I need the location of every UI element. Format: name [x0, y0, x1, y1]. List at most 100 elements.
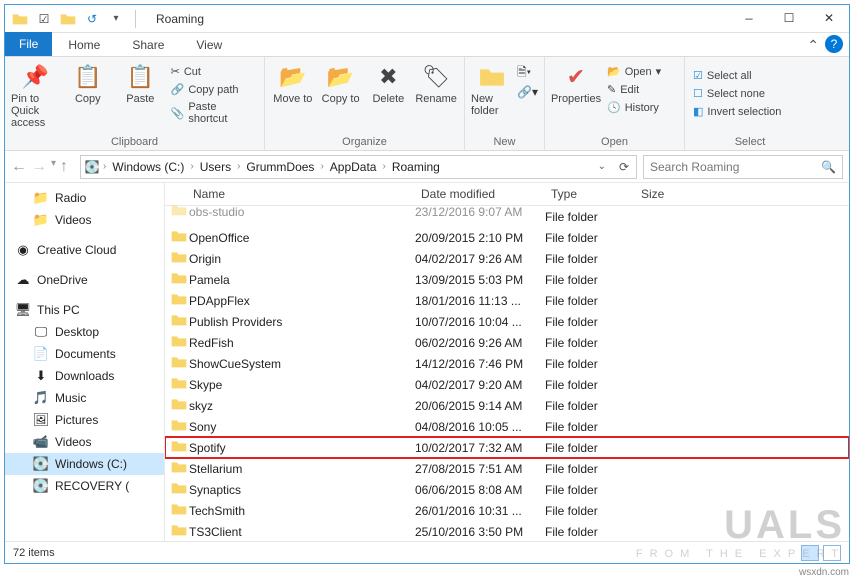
item-count: 72 items	[13, 547, 55, 559]
file-row[interactable]: Skype04/02/2017 9:20 AMFile folder	[165, 374, 849, 395]
nav-icon: ⬇	[33, 368, 49, 384]
file-row[interactable]: Publish Providers10/07/2016 10:04 ...Fil…	[165, 311, 849, 332]
file-row[interactable]: Spotify10/02/2017 7:32 AMFile folder	[165, 437, 849, 458]
file-name: ShowCueSystem	[187, 357, 415, 371]
nav-item[interactable]: 🖥This PC	[5, 299, 164, 321]
file-row[interactable]: Sony04/08/2016 10:05 ...File folder	[165, 416, 849, 437]
select-all-button[interactable]: ☑Select all	[691, 67, 783, 84]
file-tab[interactable]: File	[5, 32, 52, 56]
file-row[interactable]: TechSmith26/01/2016 10:31 ...File folder	[165, 500, 849, 521]
navigation-pane[interactable]: 📁Radio📁Videos ◉Creative Cloud ☁OneDrive 🖥Th…	[5, 183, 165, 541]
breadcrumb[interactable]: Users	[194, 160, 237, 174]
copy-path-button[interactable]: 🔗Copy path	[169, 81, 258, 98]
home-tab[interactable]: Home	[52, 34, 116, 56]
address-bar[interactable]: 💽 › Windows (C:)› Users› GrummDoes› AppD…	[80, 155, 637, 179]
paste-button[interactable]: 📋Paste	[116, 59, 165, 105]
properties-button[interactable]: ✔Properties	[551, 59, 601, 105]
easy-access-icon[interactable]: 🔗▾	[517, 85, 538, 99]
open-icon: 📂	[607, 65, 621, 78]
paste-shortcut-button[interactable]: 📎Paste shortcut	[169, 99, 258, 127]
refresh-button[interactable]: ⟳	[612, 160, 636, 174]
file-row[interactable]: OpenOffice20/09/2015 2:10 PMFile folder	[165, 227, 849, 248]
qat-new-folder-icon[interactable]	[59, 10, 77, 28]
copy-to-button[interactable]: 📂Copy to	[319, 59, 363, 105]
file-row[interactable]: ShowCueSystem14/12/2016 7:46 PMFile fold…	[165, 353, 849, 374]
back-button[interactable]: ←	[11, 158, 27, 176]
col-type[interactable]: Type	[545, 183, 635, 205]
breadcrumb[interactable]: Roaming	[386, 160, 446, 174]
nav-item[interactable]: 🖵Desktop	[5, 321, 164, 343]
forward-button[interactable]: →	[31, 158, 47, 176]
nav-item[interactable]: ◉Creative Cloud	[5, 239, 164, 261]
nav-item[interactable]: 📁Radio	[5, 187, 164, 209]
column-headers[interactable]: Name Date modified Type Size	[165, 183, 849, 206]
qat-dropdown-icon[interactable]: ▾	[107, 10, 125, 28]
col-date[interactable]: Date modified	[415, 183, 545, 205]
new-item-icon[interactable]: 🗎▾	[517, 63, 538, 84]
file-row[interactable]: skyz20/06/2015 9:14 AMFile folder	[165, 395, 849, 416]
invert-selection-button[interactable]: ◧Invert selection	[691, 103, 783, 120]
minimize-button[interactable]: —	[729, 5, 769, 33]
nav-item[interactable]: 💽RECOVERY (	[5, 475, 164, 497]
pin-quick-access-button[interactable]: 📌Pin to Quick access	[11, 59, 60, 129]
view-tab[interactable]: View	[180, 34, 238, 56]
nav-item[interactable]: 📄Documents	[5, 343, 164, 365]
qat-undo-icon[interactable]: ↺	[83, 10, 101, 28]
file-row[interactable]: TS3Client25/10/2016 3:50 PMFile folder	[165, 521, 849, 541]
nav-item[interactable]: 📹Videos	[5, 431, 164, 453]
col-name[interactable]: Name	[165, 183, 415, 205]
select-none-button[interactable]: ☐Select none	[691, 85, 783, 102]
file-row[interactable]: Stellarium27/08/2015 7:51 AMFile folder	[165, 458, 849, 479]
file-name: PDAppFlex	[187, 294, 415, 308]
file-name: Origin	[187, 252, 415, 266]
file-name: Sony	[187, 420, 415, 434]
copy-button[interactable]: 📋Copy	[64, 59, 113, 105]
history-icon: 🕓	[607, 101, 621, 114]
file-date: 27/08/2015 7:51 AM	[415, 462, 545, 476]
nav-item[interactable]: ☁OneDrive	[5, 269, 164, 291]
nav-item[interactable]: ⬇Downloads	[5, 365, 164, 387]
new-folder-button[interactable]: New folder	[471, 59, 513, 117]
close-button[interactable]: ✕	[809, 5, 849, 33]
file-row[interactable]: RedFish06/02/2016 9:26 AMFile folder	[165, 332, 849, 353]
large-view-icon[interactable]	[823, 545, 841, 561]
edit-button[interactable]: ✎Edit	[605, 81, 663, 98]
nav-item[interactable]: 📁Videos	[5, 209, 164, 231]
nav-item[interactable]: 💽Windows (C:)	[5, 453, 164, 475]
check-icon: ✔	[561, 63, 591, 91]
move-to-button[interactable]: 📂Move to	[271, 59, 315, 105]
open-button[interactable]: 📂Open▾	[605, 63, 663, 80]
ribbon-collapse-icon[interactable]: ⌃	[807, 37, 819, 54]
file-row[interactable]: obs-studio23/12/2016 9:07 AMFile folder	[165, 206, 849, 227]
up-button[interactable]: ↑	[60, 158, 68, 176]
delete-button[interactable]: ✖Delete	[367, 59, 411, 105]
file-row[interactable]: Synaptics06/06/2015 8:08 AMFile folder	[165, 479, 849, 500]
file-row[interactable]: Origin04/02/2017 9:26 AMFile folder	[165, 248, 849, 269]
file-type: File folder	[545, 462, 635, 476]
history-button[interactable]: 🕓History	[605, 99, 663, 116]
file-row[interactable]: PDAppFlex18/01/2016 11:13 ...File folder	[165, 290, 849, 311]
help-icon[interactable]: ?	[825, 35, 843, 53]
col-size[interactable]: Size	[635, 183, 705, 205]
folder-icon	[165, 313, 187, 330]
qat-properties-icon[interactable]: ☑	[35, 10, 53, 28]
nav-item[interactable]: 🎵Music	[5, 387, 164, 409]
rename-button[interactable]: 🏷Rename	[414, 59, 458, 105]
folder-icon	[165, 418, 187, 435]
file-name: TechSmith	[187, 504, 415, 518]
nav-item[interactable]: 🖼Pictures	[5, 409, 164, 431]
search-box[interactable]: Search Roaming 🔍	[643, 155, 843, 179]
address-dropdown-icon[interactable]: ⌄	[592, 161, 612, 172]
nav-icon: 💽	[33, 456, 49, 472]
drive-icon: 💽	[81, 160, 103, 174]
share-tab[interactable]: Share	[116, 34, 180, 56]
file-row[interactable]: Pamela13/09/2015 5:03 PMFile folder	[165, 269, 849, 290]
breadcrumb[interactable]: GrummDoes	[240, 160, 320, 174]
details-view-icon[interactable]	[801, 545, 819, 561]
breadcrumb[interactable]: AppData	[324, 160, 383, 174]
file-name: TS3Client	[187, 525, 415, 539]
maximize-button[interactable]: ☐	[769, 5, 809, 33]
cut-button[interactable]: ✂Cut	[169, 63, 258, 80]
recent-dropdown-icon[interactable]: ▾	[51, 158, 56, 176]
breadcrumb[interactable]: Windows (C:)	[106, 160, 190, 174]
